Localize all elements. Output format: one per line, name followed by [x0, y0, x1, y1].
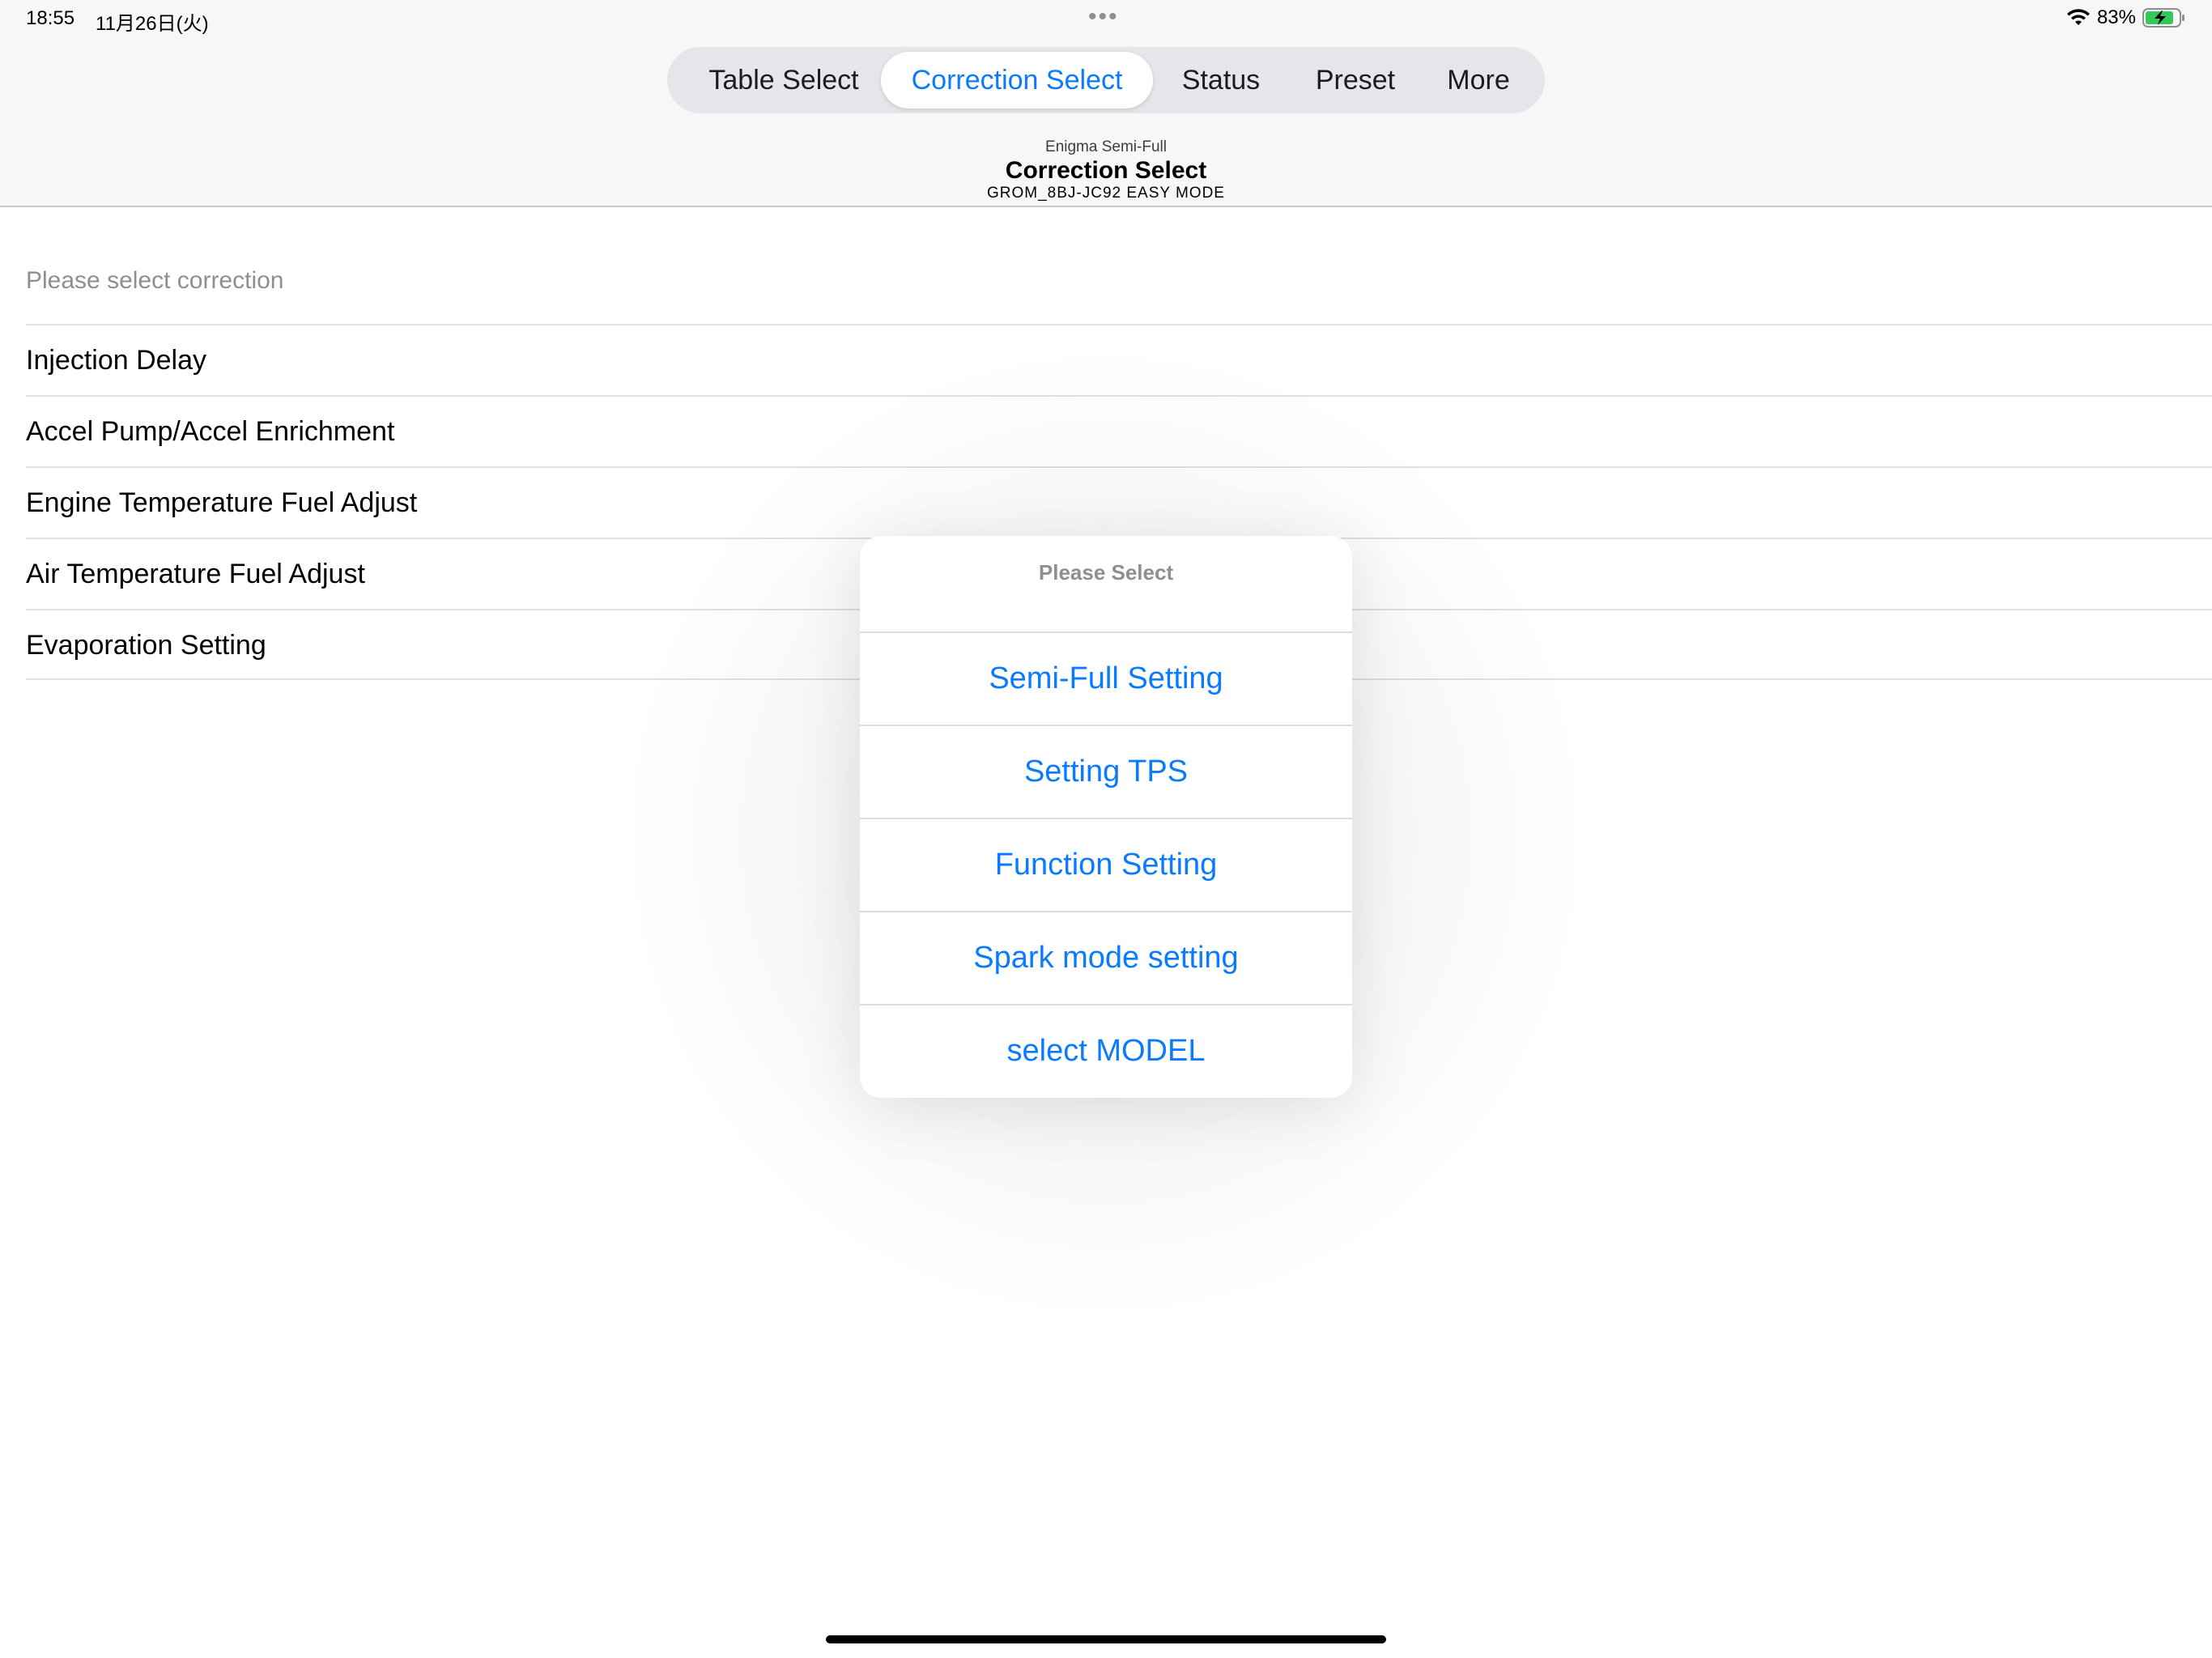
select-popover: Please Select Semi-Full Setting Setting … [860, 536, 1352, 1098]
segmented-control: Table Select Correction Select Status Pr… [667, 47, 1545, 113]
select-model-button[interactable]: select MODEL [860, 1005, 1352, 1098]
list-item-label: Air Temperature Fuel Adjust [26, 559, 365, 589]
app-root: 18:55 11月26日(火) ••• 83% Table Select Cor… [0, 0, 2212, 1658]
status-bar: 18:55 11月26日(火) ••• 83% [0, 0, 2212, 39]
status-date: 11月26日(火) [96, 13, 209, 35]
setting-tps-button[interactable]: Setting TPS [860, 726, 1352, 819]
status-time: 18:55 [26, 7, 75, 29]
list-item-label: Evaporation Setting [26, 630, 266, 661]
popover-title: Please Select [860, 536, 1352, 633]
tab-more[interactable]: More [1419, 52, 1538, 108]
tab-correction-select[interactable]: Correction Select [881, 52, 1153, 108]
status-right: 83% [2066, 6, 2186, 29]
list-section-header: Please select correction [26, 267, 284, 294]
tab-table-select[interactable]: Table Select [674, 52, 894, 108]
multitasking-dots-icon[interactable]: ••• [1088, 3, 1119, 31]
tab-status[interactable]: Status [1150, 52, 1292, 108]
model-label: GROM_8BJ-JC92 EASY MODE [986, 185, 1225, 202]
wifi-icon [2066, 9, 2090, 25]
page-title: Correction Select [1005, 157, 1207, 184]
list-item-label: Accel Pump/Accel Enrichment [26, 416, 395, 447]
semi-full-setting-button[interactable]: Semi-Full Setting [860, 633, 1352, 726]
page-title-block: Enigma Semi-Full Correction Select GROM_… [0, 138, 2212, 202]
battery-charging-icon [2142, 8, 2184, 28]
spark-mode-setting-button[interactable]: Spark mode setting [860, 912, 1352, 1005]
list-item-label: Engine Temperature Fuel Adjust [26, 487, 418, 518]
battery-percent: 83% [2096, 6, 2136, 28]
page-subtitle: Enigma Semi-Full [1045, 138, 1167, 155]
function-setting-button[interactable]: Function Setting [860, 819, 1352, 912]
header: 18:55 11月26日(火) ••• 83% Table Select Cor… [0, 0, 2212, 207]
home-indicator[interactable] [826, 1635, 1386, 1643]
list-item-label: Injection Delay [26, 345, 207, 376]
tab-preset[interactable]: Preset [1289, 52, 1422, 108]
